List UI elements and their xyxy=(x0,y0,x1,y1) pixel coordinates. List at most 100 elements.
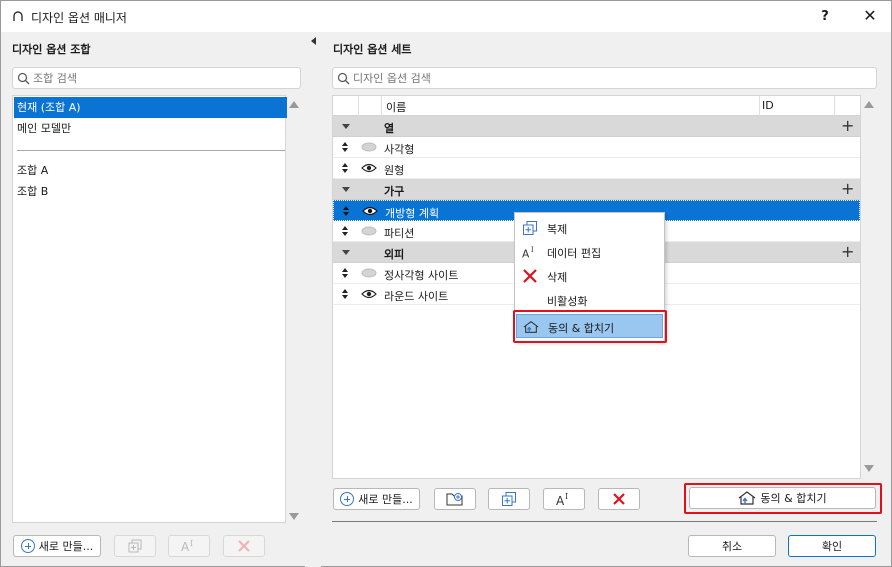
menu-item-label: 비활성화 xyxy=(547,295,588,308)
option-set-row[interactable]: 가구 + xyxy=(333,179,860,200)
menu-item-deactivate[interactable]: 비활성화 xyxy=(516,288,663,312)
new-option-button[interactable]: 새로 만들... xyxy=(333,488,420,510)
option-row[interactable]: 원형 xyxy=(333,158,860,179)
menu-item-label: 복제 xyxy=(547,223,568,236)
option-label: 개방형 계획 xyxy=(385,207,440,220)
visible-eye-icon[interactable] xyxy=(362,206,378,216)
svg-text:A: A xyxy=(181,540,190,554)
menu-item-label: 데이터 편집 xyxy=(547,247,602,260)
ok-button[interactable]: 확인 xyxy=(788,535,876,557)
collapse-caret-icon[interactable] xyxy=(342,124,350,129)
reorder-icon[interactable] xyxy=(341,225,349,237)
option-label: 원형 xyxy=(384,164,405,177)
duplicate-option-button[interactable] xyxy=(488,488,530,510)
annotation-highlight-button xyxy=(684,483,882,514)
visible-eye-icon[interactable] xyxy=(361,289,377,299)
collapse-left-panel-icon[interactable] xyxy=(311,37,316,45)
option-label: 정사각형 사이트 xyxy=(384,269,459,282)
edit-data-icon: A I xyxy=(522,245,534,260)
menu-item-duplicate[interactable]: 복제 xyxy=(516,216,663,240)
plus-circle-icon xyxy=(340,492,355,506)
collapse-caret-icon[interactable] xyxy=(342,187,350,192)
cancel-button[interactable]: 취소 xyxy=(688,535,776,557)
combinations-heading: 디자인 옵션 조합 xyxy=(12,43,91,56)
svg-text:I: I xyxy=(565,492,568,501)
combination-item[interactable]: 현재 (조합 A) xyxy=(14,97,287,118)
new-folder-icon xyxy=(446,493,463,506)
left-scroll-down-icon[interactable] xyxy=(289,513,299,520)
combination-item[interactable]: 조합 B xyxy=(14,181,287,202)
left-scroll-up-icon[interactable] xyxy=(289,101,299,108)
reorder-icon[interactable] xyxy=(341,267,349,279)
column-divider xyxy=(381,96,382,116)
rename-icon: A I xyxy=(556,492,568,507)
search-icon xyxy=(337,72,350,85)
list-separator xyxy=(17,150,285,151)
reorder-icon[interactable] xyxy=(341,141,349,153)
add-option-icon[interactable]: + xyxy=(841,180,854,198)
new-combination-label: 새로 만들... xyxy=(38,540,94,553)
rename-icon: A I xyxy=(181,539,193,554)
add-option-icon[interactable]: + xyxy=(841,117,854,135)
svg-text:I: I xyxy=(190,539,193,548)
rename-option-button[interactable]: A I xyxy=(543,488,585,510)
panel-divider[interactable] xyxy=(305,32,321,567)
collapse-caret-icon[interactable] xyxy=(342,250,350,255)
design-option-manager-window: 디자인 옵션 매니저 ? ✕ 디자인 옵션 조합 현재 (조합 A) 메인 모델… xyxy=(0,0,892,567)
menu-item-edit-data[interactable]: A I 데이터 편집 xyxy=(516,240,663,264)
combination-search-input[interactable] xyxy=(33,70,233,86)
delete-icon xyxy=(613,493,625,505)
option-label: 사각형 xyxy=(384,143,415,156)
close-button[interactable]: ✕ xyxy=(855,5,885,27)
duplicate-icon xyxy=(523,221,537,235)
svg-text:I: I xyxy=(531,245,534,254)
right-scroll-down-icon[interactable] xyxy=(864,465,874,472)
hidden-eye-icon[interactable] xyxy=(361,268,377,278)
add-option-icon[interactable]: + xyxy=(841,243,854,261)
annotation-highlight-menu xyxy=(513,310,667,343)
rename-combination-button[interactable]: A I xyxy=(168,535,210,557)
column-header-name[interactable]: 이름 xyxy=(386,99,406,115)
combination-search-box[interactable] xyxy=(12,67,301,89)
new-combination-button[interactable]: 새로 만들... xyxy=(13,535,101,557)
option-search-input[interactable] xyxy=(353,70,553,86)
option-set-row[interactable]: 열 + xyxy=(333,116,860,137)
delete-combination-button[interactable] xyxy=(223,535,265,557)
svg-text:A: A xyxy=(556,494,565,507)
window-title: 디자인 옵션 매니저 xyxy=(31,11,127,25)
hidden-eye-icon[interactable] xyxy=(361,142,377,152)
svg-text:A: A xyxy=(522,247,530,260)
delete-option-button[interactable] xyxy=(598,488,640,510)
visible-eye-icon[interactable] xyxy=(361,163,377,173)
footer-separator xyxy=(332,521,877,522)
column-header-id[interactable]: ID xyxy=(762,99,774,112)
search-icon xyxy=(17,72,30,85)
right-scroll-up-icon[interactable] xyxy=(864,101,874,108)
menu-item-delete[interactable]: 삭제 xyxy=(516,264,663,288)
column-divider xyxy=(759,96,760,116)
option-label: 파티션 xyxy=(384,227,415,240)
delete-icon xyxy=(238,540,250,552)
app-icon xyxy=(13,11,23,21)
combination-item[interactable]: 조합 A xyxy=(14,160,287,181)
new-set-button[interactable] xyxy=(434,488,476,510)
option-set-label: 가구 xyxy=(384,185,405,198)
plus-circle-icon xyxy=(20,539,35,553)
option-label: 라운드 사이트 xyxy=(384,290,449,303)
column-divider xyxy=(358,96,359,116)
help-button[interactable]: ? xyxy=(813,7,837,27)
option-search-box[interactable] xyxy=(332,67,877,89)
option-row[interactable]: 사각형 xyxy=(333,137,860,158)
reorder-icon[interactable] xyxy=(341,288,349,300)
reorder-icon[interactable] xyxy=(341,162,349,174)
menu-item-label: 삭제 xyxy=(547,271,568,284)
option-set-label: 외피 xyxy=(384,248,405,261)
title-bar: 디자인 옵션 매니저 ? ✕ xyxy=(1,1,891,32)
duplicate-icon xyxy=(128,539,142,553)
hidden-eye-icon[interactable] xyxy=(361,226,377,236)
combination-item[interactable]: 메인 모델만 xyxy=(14,118,287,139)
option-set-label: 열 xyxy=(384,122,395,135)
duplicate-combination-button[interactable] xyxy=(114,535,156,557)
reorder-icon[interactable] xyxy=(342,205,350,217)
combination-list: 현재 (조합 A) 메인 모델만 조합 A 조합 B xyxy=(12,95,287,523)
